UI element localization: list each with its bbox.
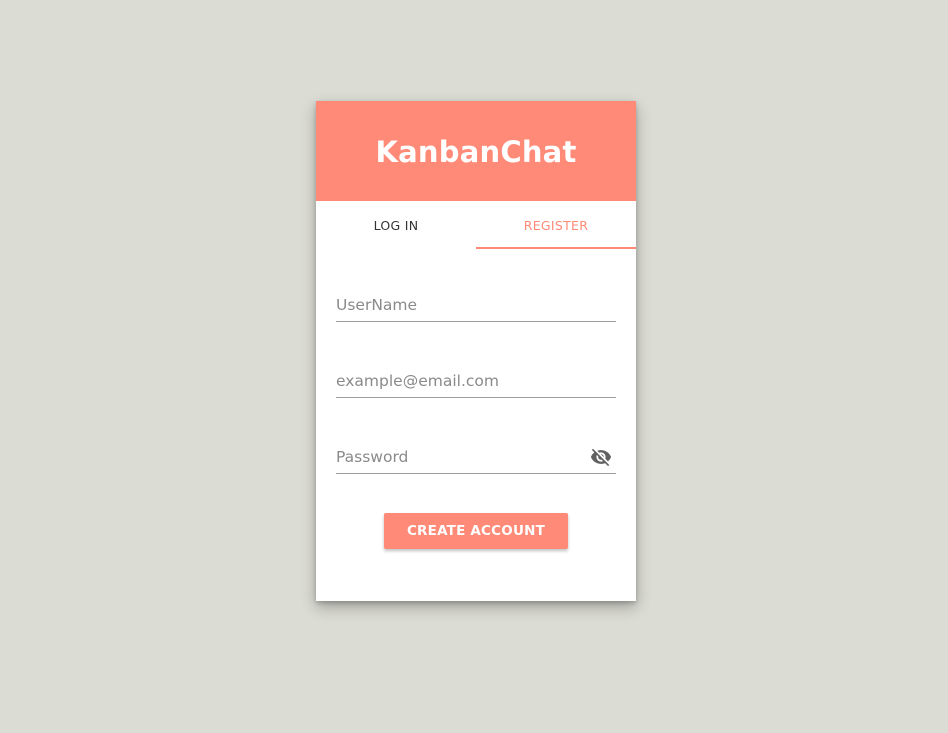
eye-off-icon[interactable]: [590, 446, 612, 468]
tab-register[interactable]: REGISTER: [476, 201, 636, 249]
email-input[interactable]: [336, 367, 576, 395]
register-card: KanbanChat LOG IN REGISTER CREATE ACCOUN…: [316, 101, 636, 601]
auth-tabs: LOG IN REGISTER: [316, 201, 636, 249]
active-tab-indicator: [476, 247, 636, 249]
email-field: [336, 367, 616, 398]
tab-login[interactable]: LOG IN: [316, 201, 476, 249]
username-input[interactable]: [336, 291, 576, 319]
password-field: [336, 443, 616, 474]
username-field: [336, 291, 616, 322]
password-input[interactable]: [336, 443, 576, 471]
create-account-button[interactable]: CREATE ACCOUNT: [384, 513, 568, 549]
app-title: KanbanChat: [375, 135, 577, 169]
card-header: KanbanChat: [316, 101, 636, 201]
